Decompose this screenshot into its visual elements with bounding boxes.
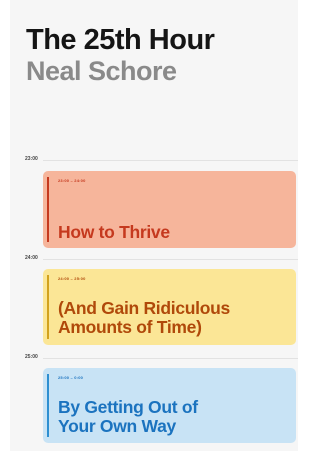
hour-divider [43,160,298,161]
event-title-line: How to Thrive [58,222,170,242]
hour-divider [43,358,298,359]
event-time: 25:00 – 0:00 [58,375,84,380]
event-title-line: (And Gain Ridiculous [58,298,230,318]
author-name: Neal Schore [26,56,177,86]
event-accent-bar [47,177,49,242]
calendar-event: 23:00 – 24:00 How to Thrive [43,171,296,248]
hour-divider [43,259,298,260]
event-accent-bar [47,275,49,339]
event-title: By Getting Out of Your Own Way [58,398,198,436]
event-title: How to Thrive [58,223,170,242]
book-title: The 25th Hour [26,24,215,56]
event-accent-bar [47,374,49,437]
event-time: 23:00 – 24:00 [58,178,86,183]
event-time: 24:00 – 25:00 [58,276,86,281]
hour-label: 24:00 [25,255,38,261]
hour-label: 25:00 [25,354,38,360]
event-title-line: By Getting Out of [58,397,198,417]
event-title: (And Gain Ridiculous Amounts of Time) [58,299,230,337]
hour-label: 23:00 [25,156,38,162]
event-title-line: Your Own Way [58,416,176,436]
calendar-event: 25:00 – 0:00 By Getting Out of Your Own … [43,368,296,443]
event-title-line: Amounts of Time) [58,317,202,337]
calendar-event: 24:00 – 25:00 (And Gain Ridiculous Amoun… [43,269,296,345]
